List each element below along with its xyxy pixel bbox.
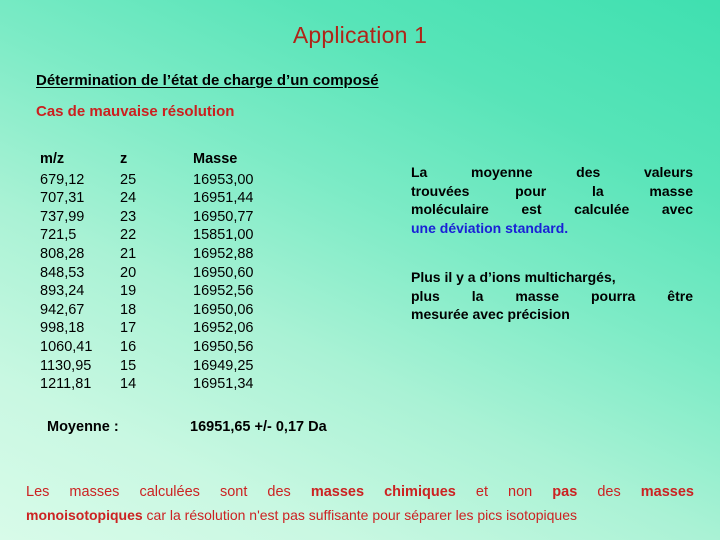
column-header-z: z	[120, 151, 128, 167]
cell-mz: 848,53	[40, 264, 85, 281]
average-row: Moyenne : 16951,65 +/- 0,17 Da	[47, 419, 327, 435]
column-header-masse: Masse	[193, 151, 238, 167]
cell-z: 14	[120, 376, 137, 393]
footer-line-2: monoisotopiques car la résolution n'est …	[26, 504, 694, 527]
cell-z: 15	[120, 357, 137, 374]
cell-z: 18	[120, 301, 137, 318]
cell-masse: 16950,60	[193, 264, 254, 281]
note-average-line-2: trouvées pour la masse	[411, 182, 693, 199]
cell-mz: 893,24	[40, 283, 85, 300]
cell-mz: 737,99	[40, 208, 85, 225]
table-row: 1060,41 16 16950,56	[40, 338, 303, 357]
table-row: 848,53 20 16950,60	[40, 264, 303, 283]
note-average-line-3: moléculaire est calculée avec	[411, 201, 693, 217]
subject-heading: Détermination de l’état de charge d’un c…	[36, 72, 379, 89]
cell-z: 19	[120, 283, 137, 300]
table-row: 679,12 25 16953,00	[40, 171, 303, 190]
table-row: 808,28 21 16952,88	[40, 245, 303, 264]
cell-masse: 16949,25	[193, 357, 254, 374]
table-row: 1211,81 14 16951,34	[40, 375, 303, 394]
footer-text-a: Les masses calculées sont des	[26, 484, 311, 500]
table-body: 679,12 25 16953,00 707,31 24 16951,44 73…	[40, 171, 303, 394]
cell-masse: 16952,88	[193, 245, 254, 262]
footer-text-c: et non	[455, 484, 553, 500]
cell-mz: 942,67	[40, 301, 85, 318]
table-row: 707,31 24 16951,44	[40, 189, 303, 208]
footer-note: Les masses calculées sont des masses chi…	[26, 481, 694, 527]
case-heading: Cas de mauvaise résolution	[36, 103, 235, 120]
cell-mz: 1130,95	[40, 357, 92, 374]
cell-mz: 707,31	[40, 190, 85, 207]
footer-emphasis-masses-chimiques: masses chimiques	[310, 484, 456, 500]
footer-line-1: Les masses calculées sont des masses chi…	[26, 481, 694, 504]
cell-masse: 16951,44	[193, 190, 254, 207]
note-charge-line-3: mesurée avec précision	[411, 306, 570, 322]
cell-z: 23	[120, 208, 137, 225]
cell-mz: 721,5	[40, 227, 77, 244]
cell-masse: 16950,56	[193, 338, 254, 355]
cell-masse: 16952,56	[193, 283, 254, 300]
note-average-line-1: La moyenne des valeurs	[411, 164, 693, 180]
column-header-mz: m/z	[40, 151, 65, 167]
cell-z: 24	[120, 190, 137, 207]
footer-text-tail: car la résolution n'est pas suffisante p…	[142, 507, 577, 523]
slide-canvas: Application 1 Détermination de l’état de…	[0, 0, 720, 540]
mass-data-table: m/z z Masse 679,12 25 16953,00 707,31 24…	[40, 150, 303, 394]
cell-masse: 16953,00	[193, 171, 254, 188]
table-row: 737,99 23 16950,77	[40, 208, 303, 227]
average-label: Moyenne :	[47, 419, 119, 435]
footer-emphasis-masses: masses	[640, 484, 694, 500]
average-value: 16951,65 +/- 0,17 Da	[190, 419, 327, 435]
cell-masse: 16951,34	[193, 376, 254, 393]
note-charge: Plus il y a d’ions multichargés, plus la…	[411, 268, 693, 324]
cell-mz: 1211,81	[40, 376, 92, 393]
note-average: La moyenne des valeurs trouvées pour la …	[411, 163, 693, 237]
page-title: Application 1	[292, 22, 428, 48]
cell-mz: 679,12	[40, 171, 85, 188]
note-charge-line-2: plus la masse pourra être	[411, 287, 693, 304]
cell-z: 20	[120, 264, 137, 281]
cell-z: 25	[120, 171, 137, 188]
cell-mz: 1060,41	[40, 338, 93, 355]
table-row: 721,5 22 15851,00	[40, 226, 303, 245]
cell-z: 22	[120, 227, 137, 244]
table-row: 998,18 17 16952,06	[40, 319, 303, 338]
footer-emphasis-monoisotopiques: monoisotopiques	[26, 507, 143, 523]
table-header-row: m/z z Masse	[40, 150, 303, 171]
cell-mz: 998,18	[40, 320, 85, 337]
table-row: 942,67 18 16950,06	[40, 301, 303, 320]
table-row: 893,24 19 16952,56	[40, 282, 303, 301]
cell-z: 17	[120, 320, 137, 337]
footer-text-e: des	[577, 484, 641, 500]
cell-mz: 808,28	[40, 245, 85, 262]
footer-emphasis-pas: pas	[552, 484, 578, 500]
cell-masse: 16950,77	[193, 208, 254, 225]
cell-masse: 15851,00	[193, 227, 254, 244]
table-header: m/z z Masse	[40, 150, 303, 171]
note-charge-line-1: Plus il y a d’ions multichargés,	[411, 269, 616, 285]
note-average-highlight: une déviation standard.	[411, 219, 569, 236]
cell-masse: 16952,06	[193, 320, 254, 337]
cell-z: 16	[120, 338, 137, 355]
cell-z: 21	[120, 245, 137, 262]
table-row: 1130,95 15 16949,25	[40, 357, 303, 376]
cell-masse: 16950,06	[193, 301, 254, 318]
